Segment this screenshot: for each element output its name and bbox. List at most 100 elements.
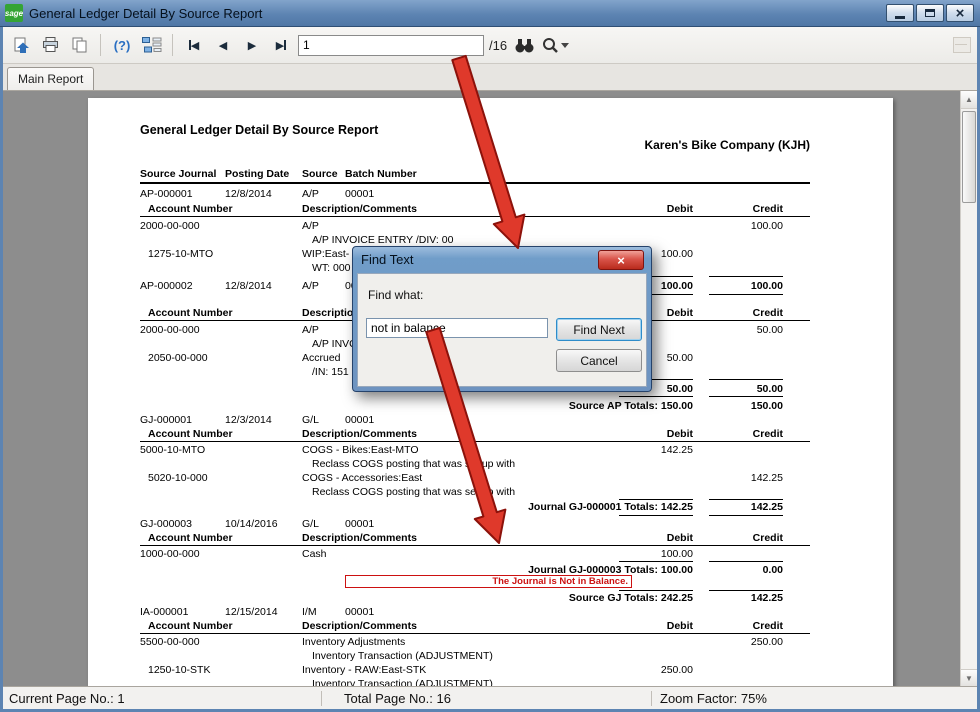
source-cell: G/L bbox=[302, 518, 319, 530]
zoom-button[interactable] bbox=[541, 32, 569, 58]
toolbar-right-icon[interactable] bbox=[953, 37, 971, 53]
sage-logo-icon: sage bbox=[5, 4, 23, 22]
scroll-down-button[interactable]: ▼ bbox=[961, 669, 977, 686]
account-cell: 2050-00-000 bbox=[148, 352, 208, 364]
desc-cell: Inventory - RAW:East-STK bbox=[302, 664, 426, 676]
last-page-button[interactable]: ▶ bbox=[269, 32, 293, 58]
debit-cell: 250.00 bbox=[619, 664, 693, 676]
group-tree-icon bbox=[141, 35, 162, 55]
desc-cell: A/P INVO bbox=[312, 338, 357, 350]
last-page-bar bbox=[284, 40, 286, 50]
desc-cell: A/P INVOICE ENTRY /DIV: 00 bbox=[312, 234, 453, 246]
date-cell: 12/15/2014 bbox=[225, 606, 278, 618]
last-page-icon: ▶ bbox=[276, 39, 284, 52]
account-cell: 2000-00-000 bbox=[140, 220, 200, 232]
copy-icon bbox=[70, 36, 89, 54]
rule bbox=[140, 545, 810, 546]
find-next-button[interactable]: Find Next bbox=[556, 318, 642, 341]
find-what-label: Find what: bbox=[368, 288, 423, 302]
desc-cell: WT: 000 bbox=[312, 262, 351, 274]
desc-cell: A/P bbox=[302, 220, 319, 232]
source-cell: G/L bbox=[302, 414, 319, 426]
account-cell: 5020-10-000 bbox=[148, 472, 208, 484]
zoom-dropdown-caret[interactable] bbox=[561, 43, 569, 48]
find-dialog-close-button[interactable]: × bbox=[598, 250, 644, 270]
rule bbox=[709, 515, 783, 516]
desc-cell: /IN: 151 bbox=[312, 366, 349, 378]
credit-cell: 250.00 bbox=[709, 636, 783, 648]
account-cell: 5000-10-MTO bbox=[140, 444, 205, 456]
subcol-credit: Credit bbox=[709, 428, 783, 440]
totals-credit: 142.25 bbox=[709, 501, 783, 513]
subcol-account: Account Number bbox=[148, 532, 233, 544]
print-icon bbox=[41, 36, 60, 54]
desc-cell: WIP:East- bbox=[302, 248, 349, 260]
subcol-desc: Description/Comments bbox=[302, 428, 417, 440]
find-what-input[interactable] bbox=[366, 318, 548, 338]
account-cell: 5500-00-000 bbox=[140, 636, 200, 648]
subcol-desc: Description/Comments bbox=[302, 203, 417, 215]
subcol-debit: Debit bbox=[619, 428, 693, 440]
find-text-button[interactable] bbox=[512, 32, 536, 58]
next-page-button[interactable]: ▶ bbox=[240, 32, 264, 58]
maximize-button[interactable] bbox=[916, 4, 944, 22]
subcol-account: Account Number bbox=[148, 307, 233, 319]
export-button[interactable] bbox=[9, 32, 33, 58]
desc-cell: Reclass COGS posting that was set up wit… bbox=[312, 486, 515, 498]
group-tree-toggle-button[interactable] bbox=[139, 32, 163, 58]
find-dialog-body: Find what: Find Next Cancel bbox=[357, 273, 647, 387]
out-of-balance-warning-text: The Journal is Not in Balance. bbox=[492, 576, 628, 587]
credit-cell: 142.25 bbox=[709, 472, 783, 484]
totals-debit: 142.25 bbox=[619, 501, 693, 513]
close-icon: × bbox=[617, 253, 625, 268]
cancel-button[interactable]: Cancel bbox=[556, 349, 642, 372]
print-button[interactable] bbox=[38, 32, 62, 58]
minimize-button[interactable] bbox=[886, 4, 914, 22]
scroll-thumb[interactable] bbox=[962, 111, 976, 203]
subcol-debit: Debit bbox=[619, 620, 693, 632]
source-cell: I/M bbox=[302, 606, 317, 618]
parameter-panel-icon: (?) bbox=[114, 38, 131, 53]
journal-cell: AP-000001 bbox=[140, 188, 193, 200]
account-cell: 1275-10-MTO bbox=[148, 248, 213, 260]
parameter-panel-toggle-button[interactable]: (?) bbox=[110, 32, 134, 58]
rule bbox=[709, 590, 783, 591]
vertical-scrollbar[interactable]: ▲ ▼ bbox=[960, 91, 977, 686]
totals-credit: 0.00 bbox=[709, 564, 783, 576]
page-number-input[interactable] bbox=[298, 35, 484, 56]
source-totals-debit: 242.25 bbox=[619, 592, 693, 604]
col-source-journal: Source Journal bbox=[140, 168, 216, 180]
subcol-credit: Credit bbox=[709, 307, 783, 319]
batch-cell: 00001 bbox=[345, 606, 374, 618]
cancel-label: Cancel bbox=[580, 354, 617, 368]
rule bbox=[709, 379, 783, 380]
scroll-up-button[interactable]: ▲ bbox=[961, 91, 977, 109]
credit-cell: 100.00 bbox=[709, 220, 783, 232]
page-total-label: /16 bbox=[489, 38, 507, 53]
subcol-credit: Credit bbox=[709, 532, 783, 544]
rule bbox=[709, 396, 783, 397]
source-cell: A/P bbox=[302, 188, 319, 200]
copy-button[interactable] bbox=[67, 32, 91, 58]
report-company: Karen's Bike Company (KJH) bbox=[600, 139, 810, 151]
col-posting-date: Posting Date bbox=[225, 168, 289, 180]
first-page-button[interactable]: ◀ bbox=[182, 32, 206, 58]
batch-cell: 00001 bbox=[345, 414, 374, 426]
previous-page-button[interactable]: ◀ bbox=[211, 32, 235, 58]
rule bbox=[140, 633, 810, 634]
account-cell: 1000-00-000 bbox=[140, 548, 200, 560]
rule bbox=[709, 499, 783, 500]
close-button[interactable]: × bbox=[946, 4, 974, 22]
next-page-icon: ▶ bbox=[248, 39, 256, 52]
find-dialog-title[interactable]: Find Text bbox=[361, 252, 414, 267]
account-cell: 2000-00-000 bbox=[140, 324, 200, 336]
tab-main-report[interactable]: Main Report bbox=[7, 67, 94, 90]
desc-cell: COGS - Bikes:East-MTO bbox=[302, 444, 419, 456]
toolbar-separator bbox=[100, 34, 101, 56]
report-page: General Ledger Detail By Source Report K… bbox=[88, 98, 893, 686]
tab-main-report-label: Main Report bbox=[18, 72, 83, 86]
rule bbox=[619, 590, 693, 591]
title-bar[interactable]: sage General Ledger Detail By Source Rep… bbox=[0, 0, 980, 27]
rule bbox=[619, 396, 693, 397]
maximize-icon bbox=[925, 9, 935, 17]
